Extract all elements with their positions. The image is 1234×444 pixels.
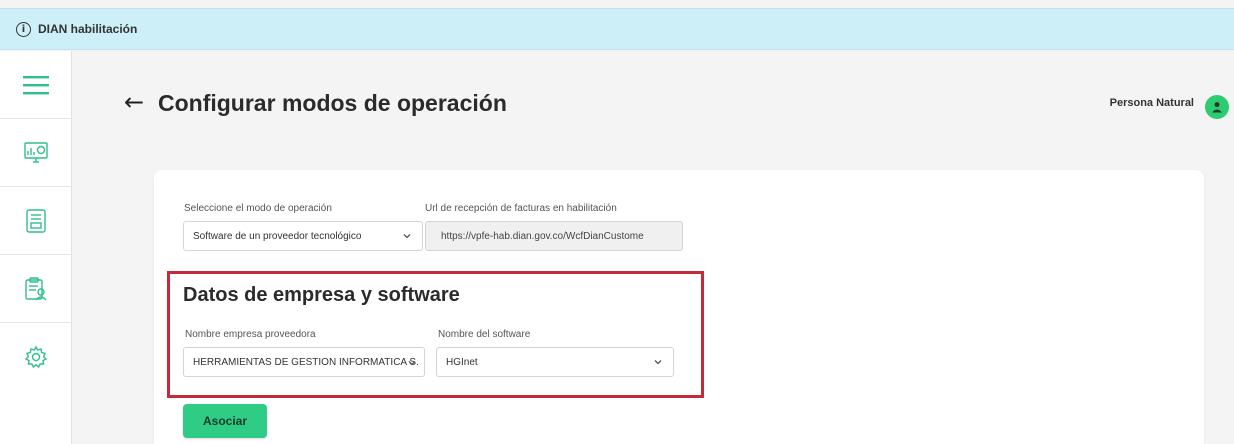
software-select[interactable]: HGInet <box>436 347 674 377</box>
provider-label: Nombre empresa proveedora <box>185 329 316 340</box>
gear-icon <box>24 345 48 369</box>
top-banner: i DIAN habilitación <box>0 8 1234 50</box>
provider-select[interactable]: HERRAMIENTAS DE GESTION INFORMATICA S. <box>183 347 425 377</box>
avatar[interactable] <box>1205 95 1229 119</box>
chevron-down-icon <box>408 361 416 366</box>
person-icon <box>1212 102 1222 113</box>
info-icon: i <box>16 21 31 37</box>
sidebar <box>0 51 72 444</box>
dashboard-monitor-icon <box>24 141 48 163</box>
sidebar-item-documents[interactable] <box>0 187 72 255</box>
mode-select[interactable]: Software de un proveedor tecnológico <box>183 221 423 251</box>
sidebar-item-settings[interactable] <box>0 323 72 391</box>
associate-button[interactable]: Asociar <box>183 404 267 438</box>
page-title: Configurar modos de operación <box>158 90 507 116</box>
software-select-value: HGInet <box>446 356 478 368</box>
user-role-label: Persona Natural <box>1109 97 1194 109</box>
document-list-icon <box>26 208 46 233</box>
menu-icon <box>23 75 49 94</box>
back-button[interactable]: ← <box>124 88 144 116</box>
clipboard-user-icon <box>25 276 47 300</box>
url-field: https://vpfe-hab.dian.gov.co/WcfDianCust… <box>425 221 683 251</box>
sidebar-menu-button[interactable] <box>0 51 72 119</box>
url-value: https://vpfe-hab.dian.gov.co/WcfDianCust… <box>441 230 644 242</box>
section-title: Datos de empresa y software <box>183 284 460 306</box>
provider-select-value: HERRAMIENTAS DE GESTION INFORMATICA S. <box>193 356 419 368</box>
sidebar-item-users[interactable] <box>0 255 72 323</box>
url-label: Url de recepción de facturas en habilita… <box>425 203 617 214</box>
mode-select-value: Software de un proveedor tecnológico <box>193 230 362 242</box>
chevron-down-icon <box>403 234 411 239</box>
chevron-down-icon <box>654 360 662 365</box>
sidebar-item-dashboard[interactable] <box>0 119 72 187</box>
mode-label: Seleccione el modo de operación <box>184 203 332 214</box>
banner-title: DIAN habilitación <box>38 22 138 36</box>
software-label: Nombre del software <box>438 329 531 340</box>
